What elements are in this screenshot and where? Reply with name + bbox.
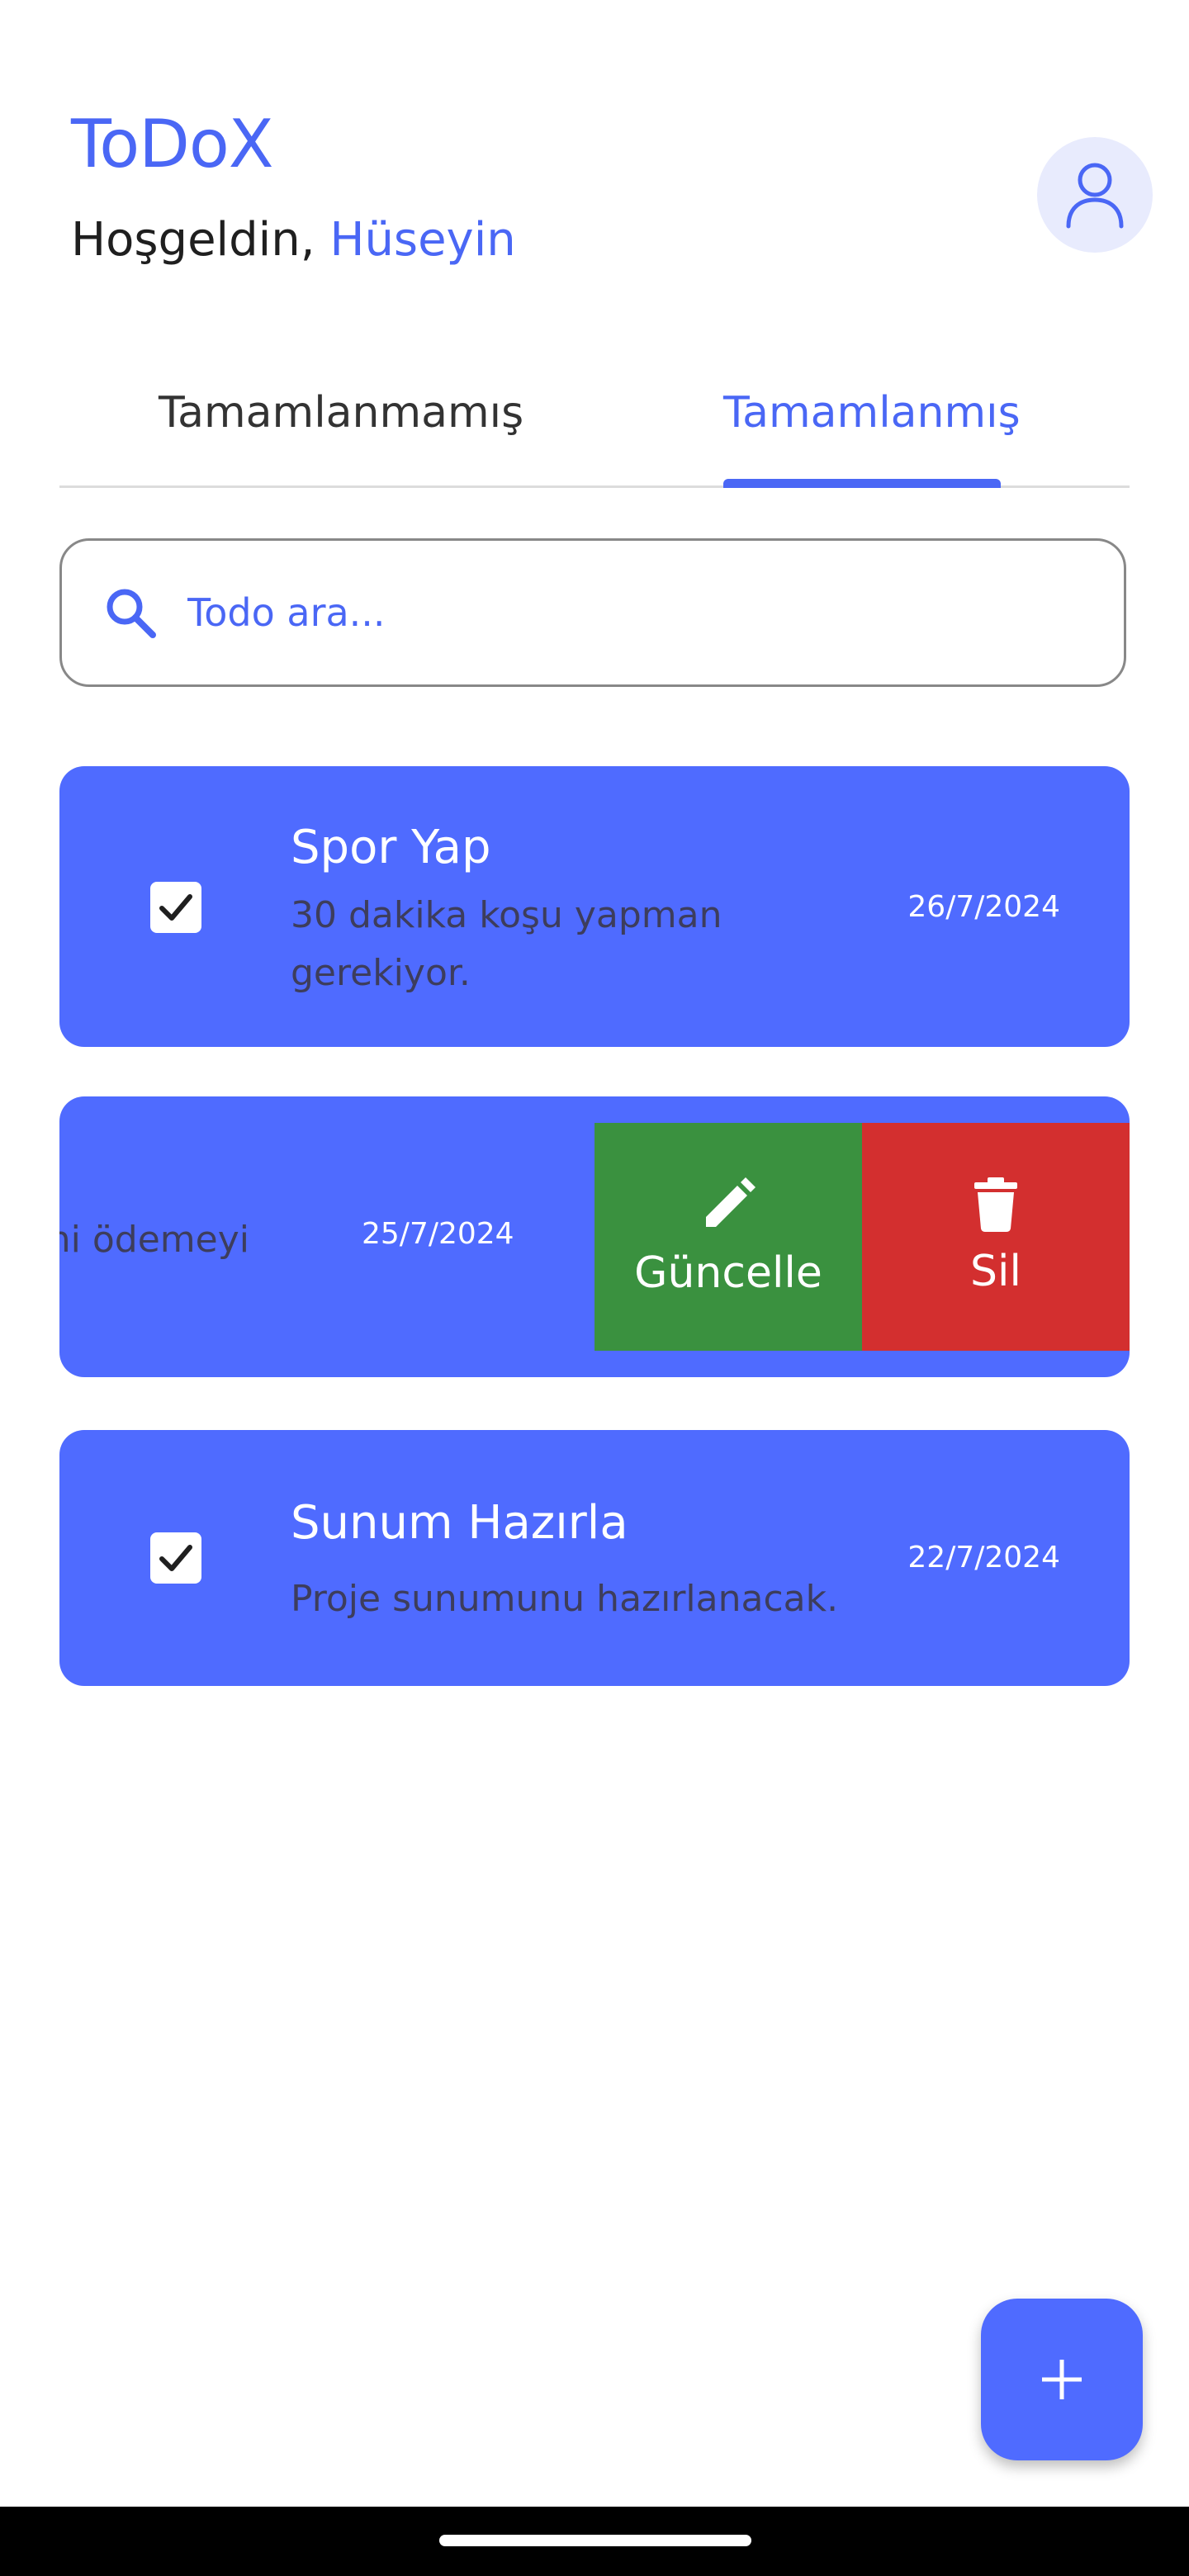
greeting: Hoşgeldin, Hüseyin xyxy=(71,213,516,267)
home-indicator[interactable] xyxy=(439,2535,751,2546)
todo-title: Sunum Hazırla xyxy=(291,1496,628,1550)
todo-card[interactable]: Sunum Hazırla Proje sunumunu hazırlanaca… xyxy=(59,1430,1130,1686)
todo-card[interactable]: Spor Yap 30 dakika koşu yapman gerekiyor… xyxy=(59,766,1130,1047)
plus-icon xyxy=(1042,2360,1082,2399)
trash-icon xyxy=(974,1177,1017,1232)
search-box[interactable] xyxy=(59,538,1126,687)
check-icon xyxy=(159,894,192,921)
todo-description: 30 dakika koşu yapman gerekiyor. xyxy=(291,894,722,994)
delete-label: Sil xyxy=(970,1247,1021,1296)
todo-description: Proje sunumunu hazırlanacak. xyxy=(291,1578,839,1620)
delete-button[interactable]: Sil xyxy=(862,1123,1130,1351)
todo-date: 26/7/2024 xyxy=(907,890,1060,924)
update-button[interactable]: Güncelle xyxy=(594,1123,862,1351)
pencil-icon xyxy=(706,1177,756,1227)
todo-checkbox[interactable] xyxy=(150,1532,201,1584)
todo-title: Spor Yap xyxy=(291,821,491,874)
todo-date: 25/7/2024 xyxy=(362,1217,514,1251)
greeting-prefix: Hoşgeldin, xyxy=(71,213,315,267)
tab-tamamlanmis[interactable]: Tamamlanmış xyxy=(723,388,1021,438)
todo-card-swiped[interactable]: ni ödemeyi 25/7/2024 Güncelle Sil xyxy=(59,1096,1130,1377)
app-title: ToDoX xyxy=(71,106,274,182)
add-todo-button[interactable] xyxy=(981,2299,1143,2460)
search-icon xyxy=(107,589,156,638)
todo-checkbox[interactable] xyxy=(150,882,201,933)
check-icon xyxy=(159,1545,192,1571)
profile-button[interactable] xyxy=(1037,137,1153,253)
update-label: Güncelle xyxy=(634,1248,822,1298)
tab-selected-indicator xyxy=(723,479,1001,488)
search-input[interactable] xyxy=(186,590,932,636)
tab-tamamlanmamis[interactable]: Tamamlanmamış xyxy=(159,388,523,438)
todo-description: ni ödemeyi xyxy=(59,1219,249,1261)
todo-date: 22/7/2024 xyxy=(907,1541,1060,1574)
person-outline-icon xyxy=(1066,163,1124,229)
user-name: Hüseyin xyxy=(329,213,516,267)
